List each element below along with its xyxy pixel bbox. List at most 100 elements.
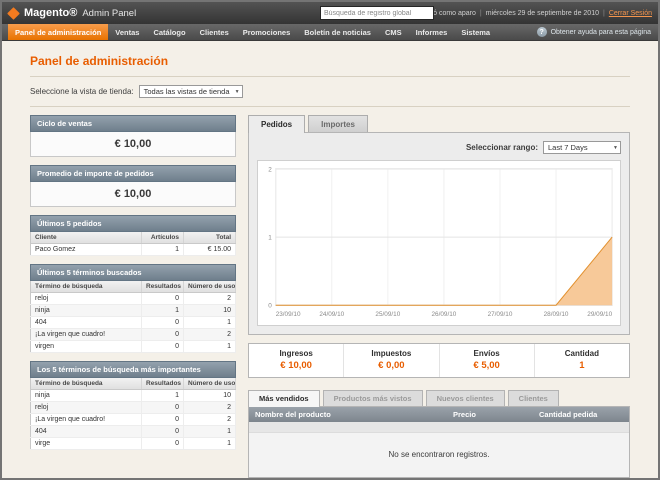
cell: 0 (142, 438, 184, 450)
svg-text:2: 2 (268, 166, 272, 173)
chevron-down-icon: ▼ (235, 89, 240, 95)
tab-pedidos[interactable]: Pedidos (248, 115, 305, 133)
cell: 0 (142, 317, 184, 329)
nav-item-promociones[interactable]: Promociones (236, 24, 298, 40)
store-view-select[interactable]: Todas las vistas de tienda ▼ (139, 85, 243, 98)
empty-row (249, 422, 629, 432)
page-title: Panel de administración (30, 47, 630, 77)
stat-ingresos: Ingresos € 10,00 (249, 344, 343, 377)
nav-item-cms[interactable]: CMS (378, 24, 409, 40)
range-select[interactable]: Last 7 Days ▼ (543, 141, 621, 154)
cell: 404 (31, 317, 142, 329)
panel-title: Últimos 5 pedidos (30, 215, 236, 232)
cell: ninja (31, 305, 142, 317)
cell: reloj (31, 293, 142, 305)
nav-item-clientes[interactable]: Clientes (193, 24, 236, 40)
table-header-row: Nombre del producto Precio Cantidad pedi… (249, 407, 629, 422)
panel-title: Promedio de importe de pedidos (30, 165, 236, 182)
table-row[interactable]: reloj 0 2 (31, 402, 236, 414)
nav-item-panel-de-administracion[interactable]: Panel de administración (8, 24, 108, 40)
table-row[interactable]: Paco Gomez 1 € 15.00 (31, 244, 236, 256)
brand-name: Magento® (24, 7, 77, 19)
table-row[interactable]: 404 0 1 (31, 317, 236, 329)
cell: 10 (184, 390, 236, 402)
orders-tab-panel: Seleccionar rango: Last 7 Days ▼ 01223/0… (248, 132, 630, 335)
global-search-input[interactable] (320, 6, 434, 20)
table-row[interactable]: virgen 0 1 (31, 341, 236, 353)
cell: virgen (31, 341, 142, 353)
magento-admin-page: Magento® Admin Panel Accedió como aparo … (0, 0, 660, 480)
range-label: Seleccionar rango: (466, 143, 538, 152)
column-header: Precio (447, 407, 533, 422)
separator: | (603, 10, 605, 17)
column-header: Número de usos (184, 281, 236, 293)
range-selected-value: Last 7 Days (548, 143, 588, 152)
table-row[interactable]: 404 0 1 (31, 426, 236, 438)
store-view-selected-value: Todas las vistas de tienda (144, 87, 230, 96)
column-header: Término de búsqueda (31, 281, 142, 293)
panel-title: Ciclo de ventas (30, 115, 236, 132)
last-orders-table: Cliente Artículos Total Paco Gomez 1 € 1… (30, 232, 236, 256)
table-row[interactable]: virge 0 1 (31, 438, 236, 450)
table-header-row: Término de búsqueda Resultados Número de… (31, 378, 236, 390)
stat-cantidad: Cantidad 1 (534, 344, 629, 377)
column-header: Artículos (142, 232, 184, 244)
stat-label: Impuestos (346, 349, 436, 358)
svg-text:25/09/10: 25/09/10 (375, 311, 400, 318)
page-help-link[interactable]: ? Obtener ayuda para esta página (530, 24, 658, 40)
cell: 404 (31, 426, 142, 438)
tab-clientes[interactable]: Clientes (508, 390, 559, 406)
cell: ninja (31, 390, 142, 402)
column-header: Resultados (142, 281, 184, 293)
table-row[interactable]: ¡La virgen que cuadro! 0 2 (31, 414, 236, 426)
nav-item-catalogo[interactable]: Catálogo (146, 24, 192, 40)
table-row[interactable]: ninja 1 10 (31, 305, 236, 317)
stat-envios: Envíos € 5,00 (439, 344, 534, 377)
stat-label: Envíos (442, 349, 532, 358)
table-row[interactable]: reloj 0 2 (31, 293, 236, 305)
dashboard-columns: Ciclo de ventas € 10,00 Promedio de impo… (30, 107, 630, 478)
cell: € 15.00 (184, 244, 236, 256)
cell: 1 (184, 426, 236, 438)
dashboard-sidebar: Ciclo de ventas € 10,00 Promedio de impo… (30, 115, 236, 458)
last-search-terms-panel: Últimos 5 términos buscados Término de b… (30, 264, 236, 353)
tab-mas-vendidos[interactable]: Más vendidos (248, 390, 320, 407)
tab-importes[interactable]: Importes (308, 115, 368, 132)
table-header-row: Cliente Artículos Total (31, 232, 236, 244)
svg-text:27/09/10: 27/09/10 (488, 311, 513, 318)
svg-text:26/09/10: 26/09/10 (432, 311, 457, 318)
cell: 10 (184, 305, 236, 317)
nav-item-sistema[interactable]: Sistema (454, 24, 497, 40)
cell: 1 (142, 305, 184, 317)
chevron-down-icon: ▼ (613, 145, 618, 151)
nav-item-boletin-de-noticias[interactable]: Boletín de noticias (297, 24, 378, 40)
svg-text:0: 0 (268, 303, 272, 310)
session-info: Accedió como aparo | miércoles 29 de sep… (412, 10, 652, 17)
table-row[interactable]: ¡La virgen que cuadro! 0 2 (31, 329, 236, 341)
cell: 0 (142, 329, 184, 341)
svg-text:1: 1 (268, 235, 272, 242)
top-search-terms-table: Término de búsqueda Resultados Número de… (30, 378, 236, 450)
cell: ¡La virgen que cuadro! (31, 414, 142, 426)
table-row[interactable]: ninja 1 10 (31, 390, 236, 402)
separator: | (480, 10, 482, 17)
store-view-switcher: Seleccione la vista de tienda: Todas las… (30, 77, 630, 107)
column-header: Total (184, 232, 236, 244)
cell: 1 (184, 438, 236, 450)
store-view-label: Seleccione la vista de tienda: (30, 87, 134, 96)
logout-link[interactable]: Cerrar Sesión (609, 10, 652, 17)
cell: Paco Gomez (31, 244, 142, 256)
tab-productos-mas-vistos[interactable]: Productos más vistos (323, 390, 423, 406)
stat-value: € 0,00 (346, 360, 436, 371)
nav-item-informes[interactable]: Informes (409, 24, 455, 40)
orders-chart: 01223/09/1024/09/1025/09/1026/09/1027/09… (257, 160, 621, 326)
magento-logo[interactable]: Magento® Admin Panel (8, 7, 136, 19)
magento-logo-icon (7, 7, 20, 20)
cell: 1 (142, 390, 184, 402)
cell: 0 (142, 341, 184, 353)
cell: 0 (142, 414, 184, 426)
tab-nuevos-clientes[interactable]: Nuevos clientes (426, 390, 505, 406)
nav-item-ventas[interactable]: Ventas (108, 24, 146, 40)
cell: 1 (184, 317, 236, 329)
last-orders-panel: Últimos 5 pedidos Cliente Artículos Tota… (30, 215, 236, 256)
